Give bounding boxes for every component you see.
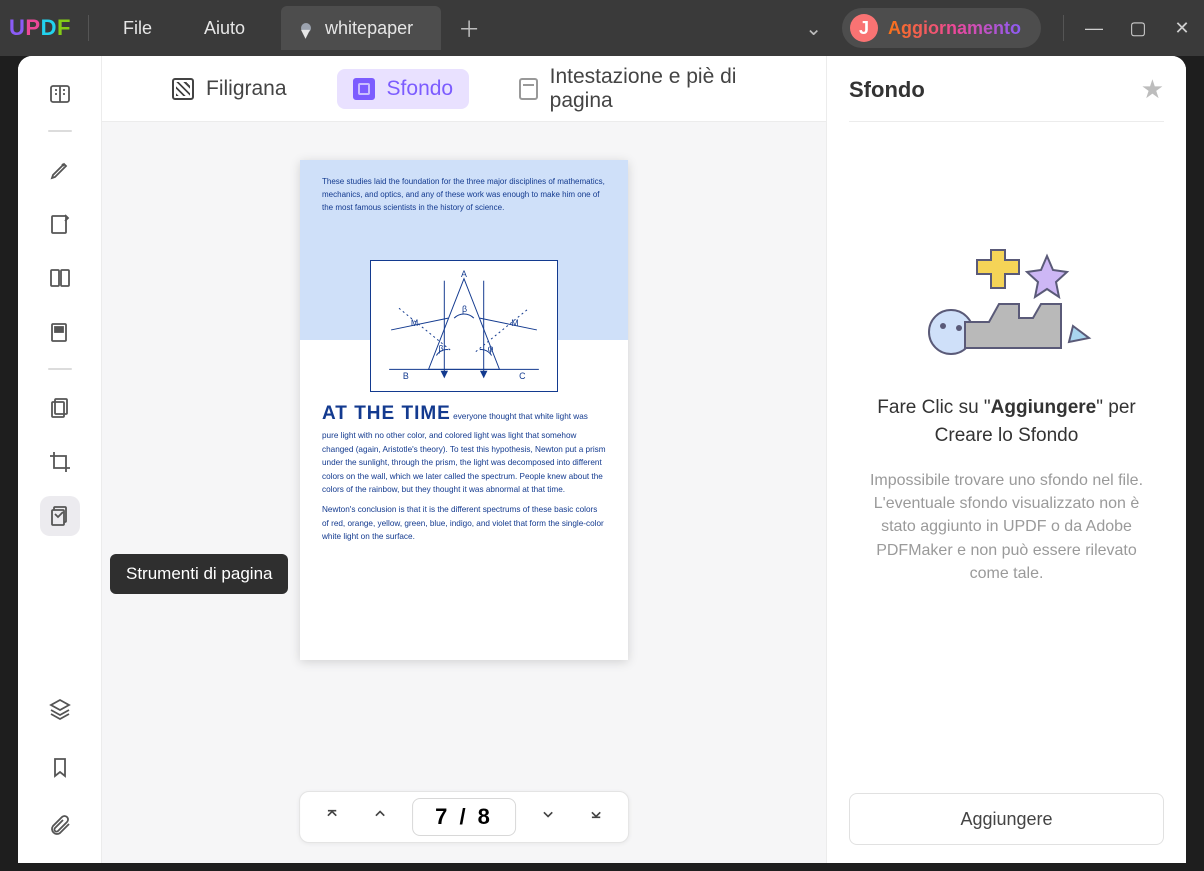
tab-menu-icon[interactable]: ▾	[301, 23, 311, 33]
separator	[1063, 15, 1064, 41]
empty-state-illustration	[917, 248, 1097, 376]
next-page-button[interactable]	[524, 793, 572, 841]
sidebar-organize-icon[interactable]	[40, 258, 80, 298]
center-area: Filigrana Sfondo Intestazione e piè di p…	[102, 56, 826, 863]
window-close[interactable]: ✕	[1160, 18, 1204, 39]
upgrade-label: Aggiornamento	[888, 18, 1021, 39]
svg-text:β: β	[462, 304, 467, 314]
total-pages: 8	[478, 804, 493, 830]
sidebar-attachment-icon[interactable]	[40, 805, 80, 845]
svg-text:φ: φ	[488, 344, 494, 354]
prev-page-button[interactable]	[356, 793, 404, 841]
svg-text:A: A	[461, 269, 467, 279]
svg-text:M: M	[411, 318, 418, 328]
app-frame: Strumenti di pagina Filigrana Sfondo	[18, 56, 1186, 863]
upgrade-button[interactable]: J Aggiornamento	[842, 8, 1041, 48]
page-navigator: 7 / 8	[299, 791, 629, 843]
avatar: J	[850, 14, 878, 42]
sidebar-crop-icon[interactable]	[40, 442, 80, 482]
new-tab-button[interactable]: ＋	[451, 12, 487, 44]
tool-watermark[interactable]: Filigrana	[156, 69, 303, 109]
document-canvas[interactable]: These studies laid the foundation for th…	[102, 122, 826, 863]
tool-label: Intestazione e piè di pagina	[550, 65, 756, 113]
app-logo: UPDF	[0, 15, 80, 41]
page-tools-toolbar: Filigrana Sfondo Intestazione e piè di p…	[102, 56, 826, 122]
sidebar-edit-icon[interactable]	[40, 204, 80, 244]
menu-file[interactable]: File	[97, 18, 178, 39]
page-sep: /	[450, 804, 477, 830]
left-sidebar: Strumenti di pagina	[18, 56, 102, 863]
svg-text:B: B	[403, 371, 409, 381]
svg-text:M: M	[511, 318, 518, 328]
document-page: These studies laid the foundation for th…	[300, 160, 628, 660]
panel-title: Sfondo	[849, 77, 925, 103]
tool-label: Sfondo	[387, 77, 454, 101]
tool-label: Filigrana	[206, 77, 287, 101]
tab-title: whitepaper	[325, 18, 413, 39]
favorite-icon[interactable]: ★	[1141, 74, 1164, 105]
panel-separator	[849, 121, 1164, 122]
sidebar-layers-icon[interactable]	[40, 689, 80, 729]
sidebar-separator	[48, 368, 72, 370]
window-maximize[interactable]: ▢	[1116, 18, 1160, 39]
page-diagram: A M M β β φ B C	[370, 260, 558, 392]
empty-state-note: Impossibile trovare uno sfondo nel file.…	[849, 469, 1164, 585]
sidebar-pages-icon[interactable]	[40, 388, 80, 428]
sidebar-annotate-icon[interactable]	[40, 150, 80, 190]
window-minimize[interactable]: —	[1072, 18, 1116, 39]
page-body-text-2: Newton's conclusion is that it is the di…	[322, 505, 604, 541]
page-heading: AT THE TIME	[322, 403, 451, 424]
separator	[88, 15, 89, 41]
tabs-dropdown[interactable]: ⌄	[785, 16, 842, 41]
sidebar-bookmark-icon[interactable]	[40, 747, 80, 787]
sidebar-separator	[48, 130, 72, 132]
svg-text:β: β	[438, 344, 443, 354]
background-panel: Sfondo ★ Fare Clic su "Aggiungere" per C…	[826, 56, 1186, 863]
tool-background[interactable]: Sfondo	[337, 69, 470, 109]
first-page-button[interactable]	[308, 793, 356, 841]
tool-header-footer[interactable]: Intestazione e piè di pagina	[503, 57, 772, 121]
page-body-text-1: everyone thought that white light was pu…	[322, 412, 606, 494]
background-icon	[353, 78, 375, 100]
page-counter[interactable]: 7 / 8	[412, 798, 516, 836]
watermark-icon	[172, 78, 194, 100]
empty-state-heading: Fare Clic su "Aggiungere" per Creare lo …	[849, 394, 1164, 449]
sidebar-page-tools-icon[interactable]	[40, 496, 80, 536]
header-footer-icon	[519, 78, 538, 100]
sidebar-reader-icon[interactable]	[40, 74, 80, 114]
menu-help[interactable]: Aiuto	[178, 18, 271, 39]
svg-text:C: C	[519, 371, 526, 381]
add-background-button[interactable]: Aggiungere	[849, 793, 1164, 845]
current-page: 7	[435, 804, 450, 830]
sidebar-redact-icon[interactable]	[40, 312, 80, 352]
last-page-button[interactable]	[572, 793, 620, 841]
title-bar: UPDF File Aiuto ▾ whitepaper ＋ ⌄ J Aggio…	[0, 0, 1204, 56]
document-tab[interactable]: ▾ whitepaper	[281, 6, 441, 50]
